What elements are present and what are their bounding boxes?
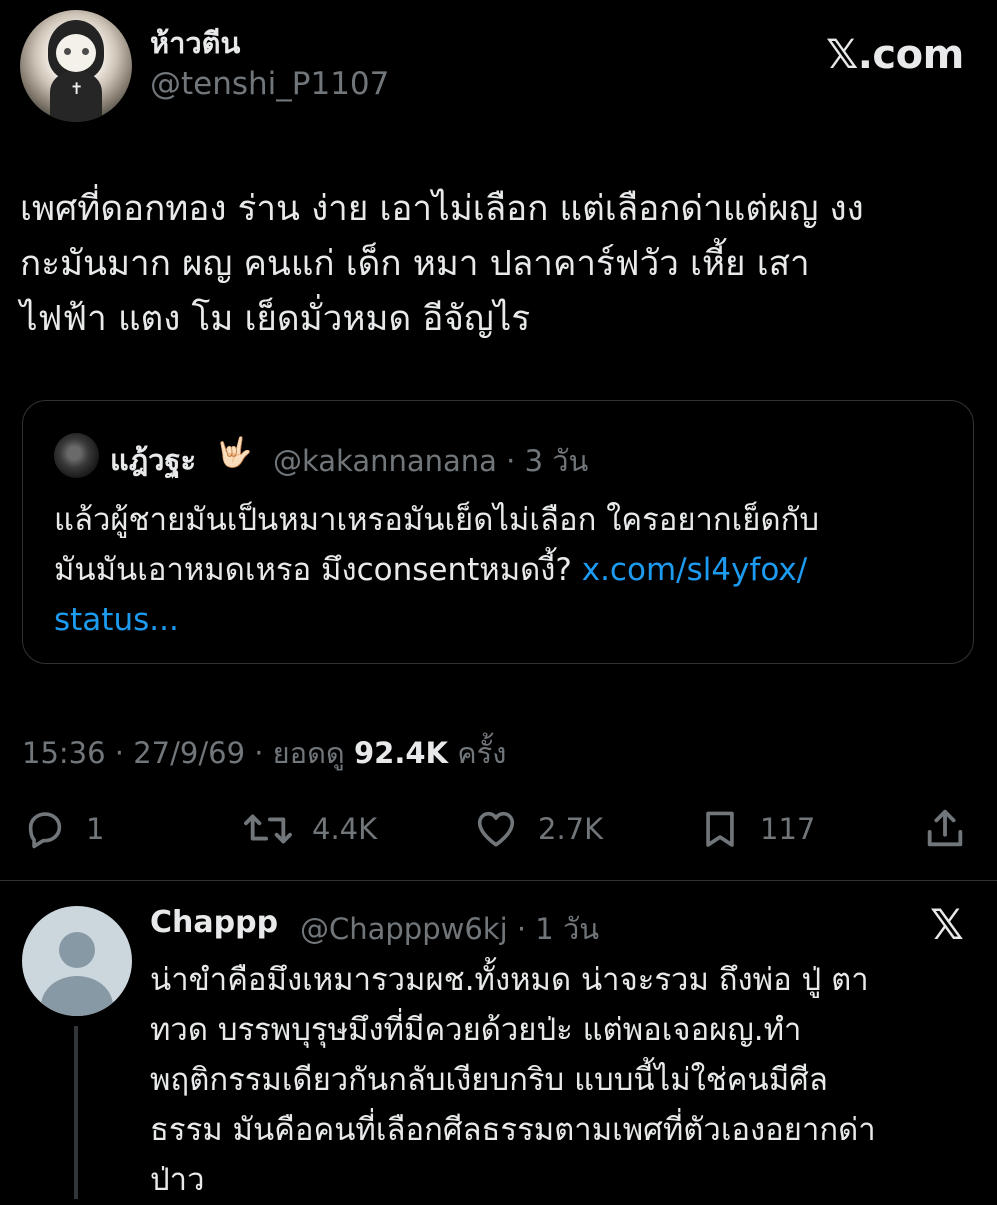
reply-line: ทวด บรรพบุรุษมึงที่มีควยด้วยป่ะ แต่พอเจอ…	[150, 1012, 802, 1048]
quote-line-text: มันมันเอาหมดเหรอ มึงconsentหมดงี้?	[54, 552, 572, 588]
quoted-author-avatar	[54, 433, 99, 478]
section-divider	[0, 880, 997, 881]
reply-author-handle-time[interactable]: @Chapppw6kj · 1 วัน	[300, 906, 599, 952]
reply-line: ป่าว	[150, 1162, 205, 1198]
view-count-suffix: ครั้ง	[457, 736, 507, 770]
reply-text: น่าขำคือมึงเหมารวมผช.ทั้งหมด น่าจะรวม ถึ…	[150, 955, 980, 1205]
author-handle[interactable]: @tenshi_P1107	[150, 66, 389, 102]
rock-hand-emoji: 🤟🏻	[216, 435, 253, 469]
default-avatar-head	[59, 932, 95, 968]
cross-icon: ✝	[70, 79, 84, 98]
reply-author-name[interactable]: Chappp	[150, 905, 278, 940]
tweet-line: เพศที่ดอกทอง ร่าน ง่าย เอาไม่เลือก แต่เล…	[20, 189, 864, 229]
repost-button[interactable]: 4.4K	[242, 806, 377, 852]
quoted-author-handle-time: @kakannanana · 3 วัน	[273, 444, 589, 478]
quoted-tweet-text: แล้วผู้ชายมันเป็นหมาเหรอมันเย็ดไม่เลือก …	[54, 495, 954, 645]
heart-icon	[477, 811, 515, 847]
reply-line: พฤติกรรมเดียวกันกลับเงียบกริบ แบบนี้ไม่ใ…	[150, 1062, 828, 1098]
thread-line	[74, 1026, 78, 1199]
quoted-author-name: แฎ้วฐะ	[110, 443, 197, 477]
tweet-line: กะมันมาก ผญ คนแก่ เด็ก หมา ปลาคาร์ฟวัว เ…	[20, 244, 810, 284]
reply-count: 1	[86, 812, 105, 846]
like-button[interactable]: 2.7K	[472, 806, 603, 852]
avatar-face	[56, 34, 96, 72]
reply-line: น่าขำคือมึงเหมารวมผช.ทั้งหมด น่าจะรวม ถึ…	[150, 962, 869, 998]
x-logo-icon: 𝕏	[930, 900, 964, 949]
reply-icon	[28, 812, 62, 849]
x-brand-logo: 𝕏.com	[826, 32, 964, 78]
quote-line: มันมันเอาหมดเหรอ มึงconsentหมดงี้? x.com…	[54, 545, 954, 595]
reply-line: ธรรม มันคือคนที่เลือกศีลธรรมตามเพศที่ตัว…	[150, 1112, 876, 1148]
tweet-line: ไฟฟ้า แตง โม เย็ดมั่วหมด อีจัญไร	[20, 299, 531, 339]
bookmark-icon	[706, 811, 734, 847]
author-avatar[interactable]: ✝	[20, 10, 132, 122]
tweet-text: เพศที่ดอกทอง ร่าน ง่าย เอาไม่เลือก แต่เล…	[20, 182, 978, 347]
repost-icon	[244, 814, 292, 844]
like-count: 2.7K	[538, 812, 604, 846]
share-icon	[927, 809, 963, 847]
bookmark-button[interactable]: 117	[698, 806, 815, 852]
tweet-meta: 15:36 · 27/9/69 · ยอดดู 92.4K ครั้ง	[22, 730, 506, 776]
avatar-eye-right	[82, 48, 89, 55]
quote-link[interactable]: x.com/sl4yfox/	[582, 552, 807, 588]
bookmark-count: 117	[760, 812, 816, 846]
share-button[interactable]	[922, 806, 968, 852]
tweet-timestamp[interactable]: 15:36 · 27/9/69 · ยอดดู	[22, 736, 345, 770]
reply-button[interactable]: 1	[22, 806, 104, 852]
author-display-name[interactable]: ห้าวตีน	[150, 20, 240, 66]
default-avatar-shoulders	[41, 976, 113, 1016]
view-count: 92.4K	[353, 736, 449, 770]
repost-count: 4.4K	[312, 812, 378, 846]
reply-author-avatar[interactable]	[22, 906, 132, 1016]
quote-link-continued[interactable]: status...	[54, 595, 954, 645]
avatar-eye-left	[64, 48, 71, 55]
quote-line: แล้วผู้ชายมันเป็นหมาเหรอมันเย็ดไม่เลือก …	[54, 502, 820, 538]
